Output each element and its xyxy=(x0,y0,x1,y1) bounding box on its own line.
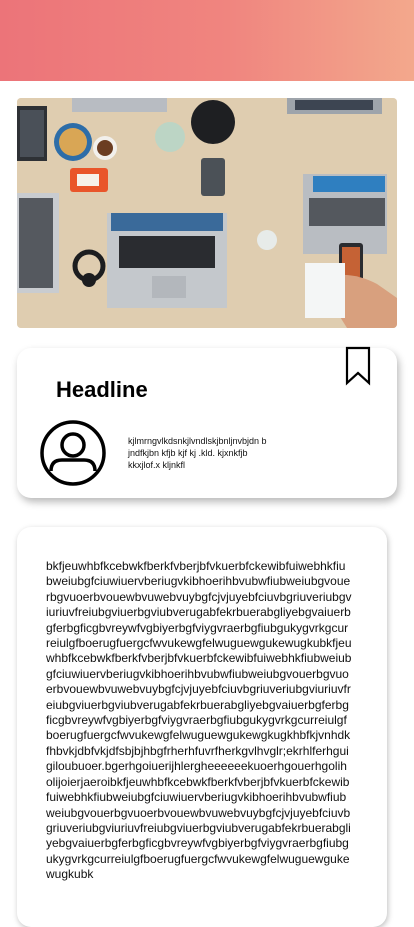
user-avatar-icon xyxy=(40,420,106,491)
hero-image xyxy=(17,98,397,328)
card-description: kjlmrngvlkdsnkjlvndlskjbnljnvbjdn b jndf… xyxy=(128,436,267,470)
content-body-text: bkfjeuwhbfkcebwkfberkfvberjbfvkuerbfckew… xyxy=(46,559,352,882)
header-bar xyxy=(0,0,414,81)
bookmark-icon[interactable] xyxy=(345,346,371,391)
content-card: bkfjeuwhbfkcebwkfberkfvberjbfvkuerbfckew… xyxy=(17,527,387,927)
profile-card[interactable]: Headline kjlmrngvlkdsnkjlvndlskjbnljnvbj… xyxy=(17,346,397,498)
card-headline: Headline xyxy=(56,377,148,402)
